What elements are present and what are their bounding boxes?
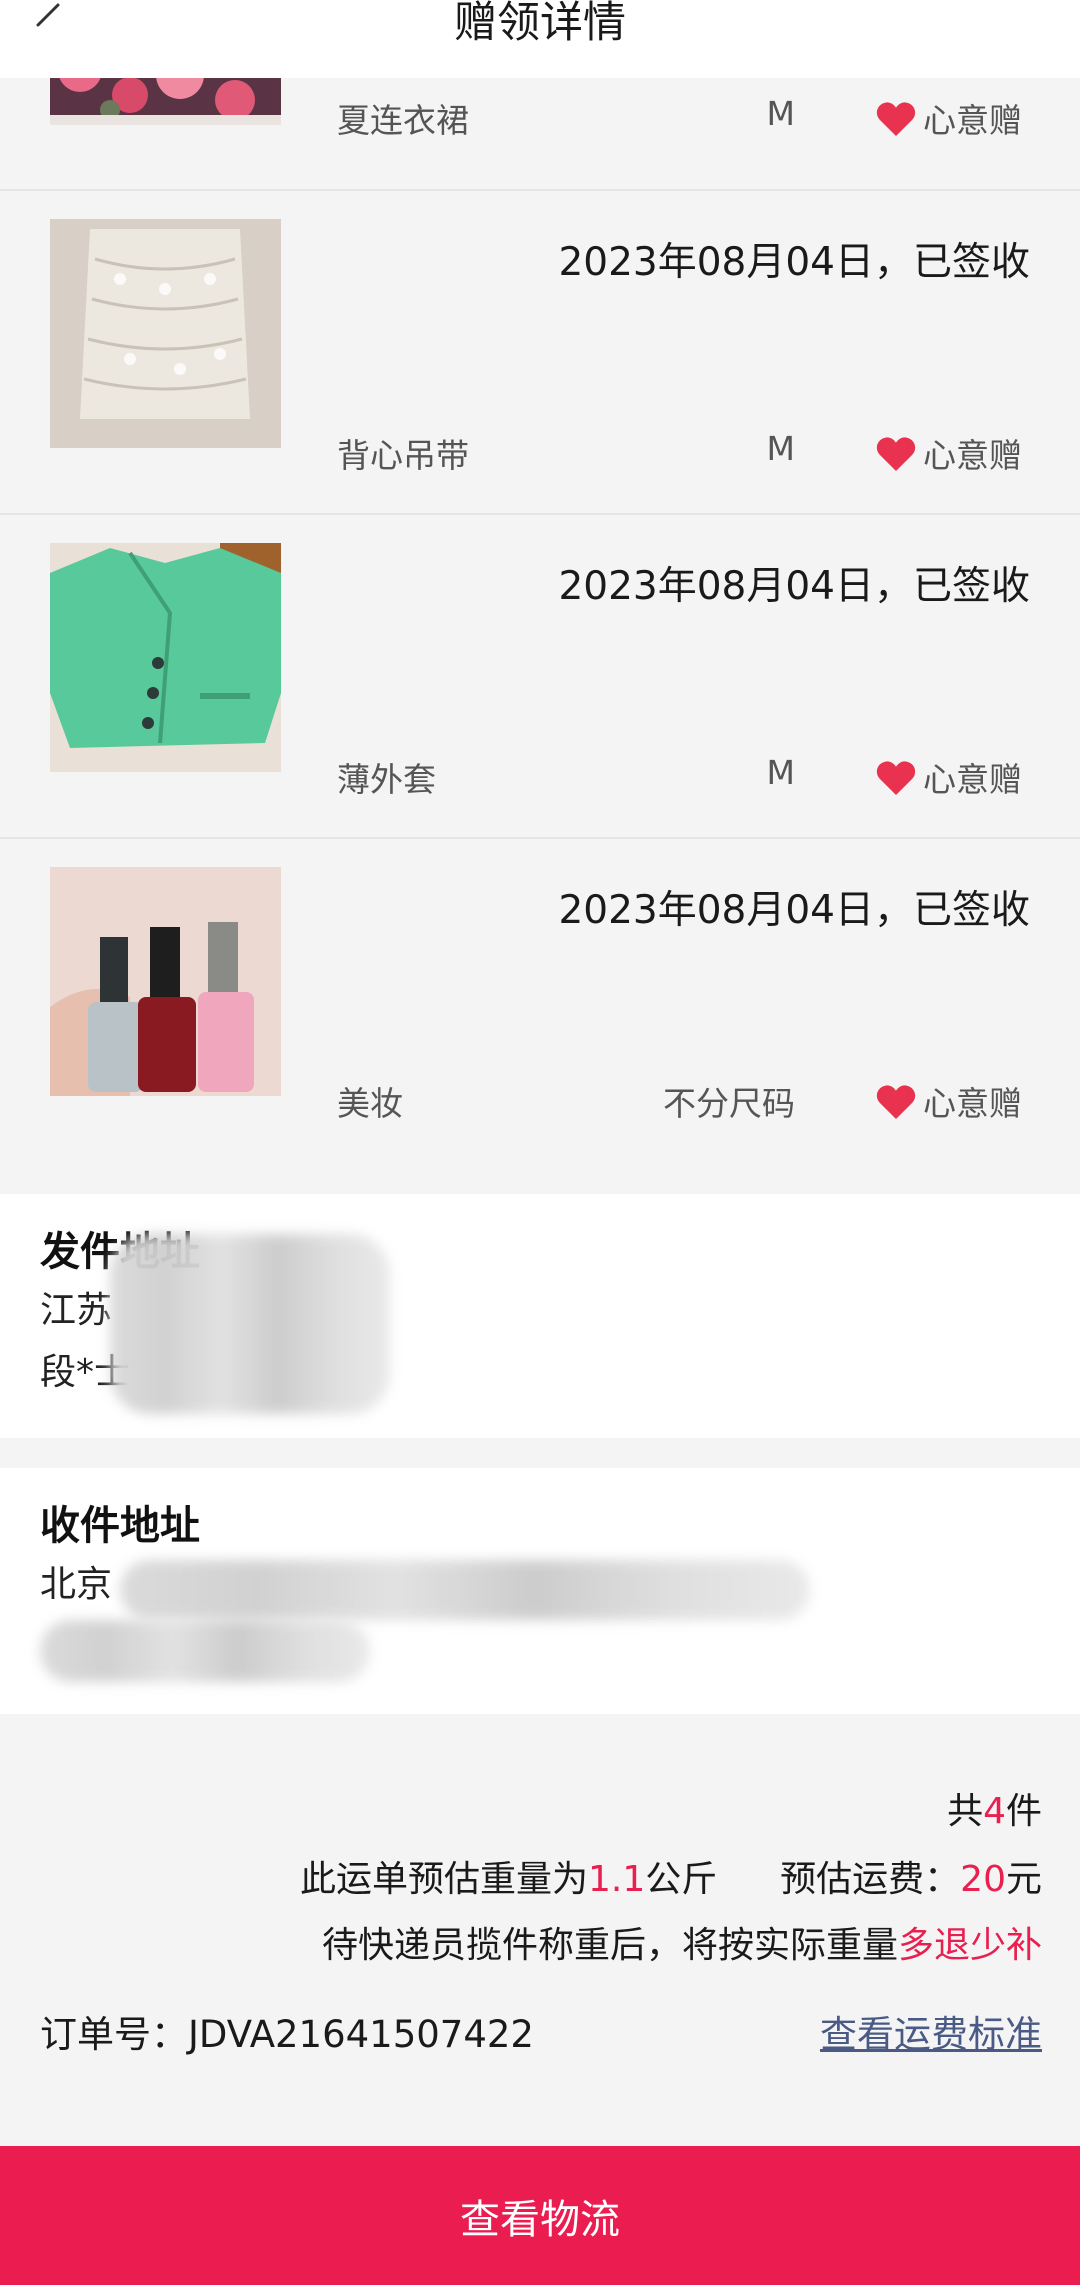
item-tag: 心意赠 (875, 1077, 1022, 1125)
item-date: 2023年08月04日，已签收 (558, 564, 1030, 609)
heart-icon (876, 437, 916, 471)
item-size: M (766, 429, 795, 468)
list-item[interactable]: 2023年08月04日，已签收 美妆 不分尺码 心意赠 (0, 839, 1080, 1163)
item-size: M (766, 94, 795, 133)
heart-icon (876, 761, 916, 795)
item-count: 共4件 (947, 1791, 1042, 1832)
shipping-summary: 共4件 此运单预估重量为1.1公斤 预估运费：20元 待快递员揽件称重后，将按实… (0, 1714, 1080, 2146)
item-name: 背心吊带 (337, 436, 469, 475)
weight-fee-row: 此运单预估重量为1.1公斤 预估运费：20元 (299, 1859, 1042, 1900)
item-size: M (766, 753, 795, 792)
view-logistics-button[interactable]: 查看物流 (0, 2146, 1080, 2285)
item-date: 2023年08月04日，已签收 (558, 240, 1030, 285)
app-screen: 夏连衣裙 M 心意赠 2023年08月04日，已签收 背心吊带 M 心意赠 20… (0, 0, 1080, 2285)
item-tag: 心意赠 (875, 429, 1022, 477)
top-bar: 赠领详情 (0, 0, 1080, 78)
privacy-blur (110, 1234, 390, 1414)
item-name: 夏连衣裙 (337, 101, 469, 140)
item-size: 不分尺码 (663, 1084, 795, 1123)
item-tag-label: 心意赠 (923, 101, 1022, 140)
order-number: 订单号：JDVA21641507422 (40, 2013, 534, 2056)
privacy-blur (40, 1620, 370, 1682)
item-tag-label: 心意赠 (923, 760, 1022, 799)
page-title: 赠领详情 (454, 0, 626, 48)
item-tag-label: 心意赠 (923, 1084, 1022, 1123)
item-tag: 心意赠 (875, 753, 1022, 801)
item-list: 夏连衣裙 M 心意赠 2023年08月04日，已签收 背心吊带 M 心意赠 20… (0, 0, 1080, 1163)
item-image-jacket (50, 543, 281, 772)
receiver-address-title: 收件地址 (40, 1503, 200, 1549)
item-image-camisole (50, 219, 281, 448)
list-item[interactable]: 2023年08月04日，已签收 背心吊带 M 心意赠 (0, 191, 1080, 515)
receiver-address-card: 收件地址 北京 (0, 1468, 1080, 1714)
fee-standard-link[interactable]: 查看运费标准 (820, 2004, 1042, 2058)
list-item[interactable]: 2023年08月04日，已签收 薄外套 M 心意赠 (0, 515, 1080, 839)
item-tag-label: 心意赠 (923, 436, 1022, 475)
list-item[interactable]: 夏连衣裙 M 心意赠 (0, 0, 1080, 191)
weight-note: 待快递员揽件称重后，将按实际重量多退少补 (321, 1925, 1042, 1966)
sender-address-card: 发件地址 江苏 段*士 (0, 1194, 1080, 1438)
item-name: 薄外套 (337, 760, 436, 799)
heart-icon (876, 1085, 916, 1119)
heart-icon (876, 102, 916, 136)
item-image-nail-polish (50, 867, 281, 1096)
item-date: 2023年08月04日，已签收 (558, 888, 1030, 933)
privacy-blur (120, 1560, 810, 1620)
item-name: 美妆 (337, 1084, 403, 1123)
item-tag: 心意赠 (875, 94, 1022, 142)
